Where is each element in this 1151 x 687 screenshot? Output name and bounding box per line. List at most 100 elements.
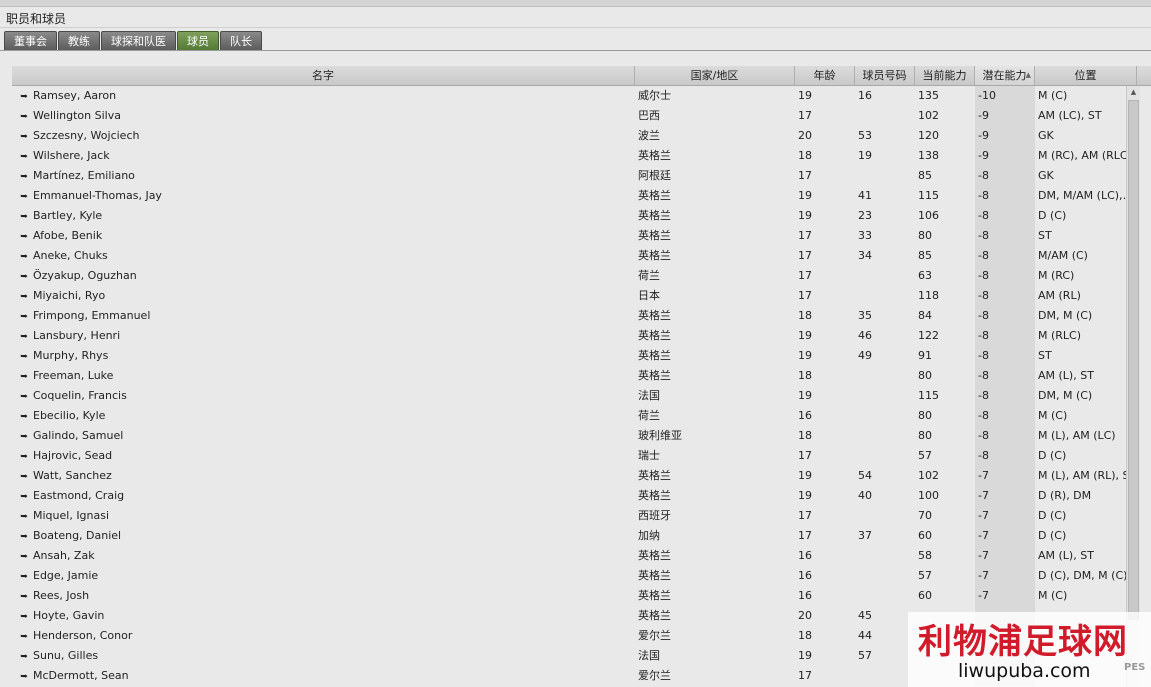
player-arrow-icon[interactable]: ➥ — [15, 667, 33, 686]
player-name[interactable]: Ebecilio, Kyle — [33, 409, 105, 422]
tab-coaches[interactable]: 教练 — [58, 31, 100, 50]
player-name[interactable]: Aneke, Chuks — [33, 249, 108, 262]
column-header-position[interactable]: 位置 — [1035, 66, 1137, 85]
table-row[interactable]: ➥ Edge, Jamie 英格兰 16 57 -7 D (C), DM, M (C) — [12, 566, 1151, 586]
player-arrow-icon[interactable]: ➥ — [15, 207, 33, 226]
player-name[interactable]: Emmanuel-Thomas, Jay — [33, 189, 162, 202]
player-name[interactable]: Wilshere, Jack — [33, 149, 110, 162]
player-name[interactable]: Sunu, Gilles — [33, 649, 98, 662]
player-arrow-icon[interactable]: ➥ — [15, 427, 33, 446]
column-header-potential-ability[interactable]: 潜在能力 ▲ — [975, 66, 1035, 85]
table-row[interactable]: ➥ Hajrovic, Sead 瑞士 17 57 -8 D (C) — [12, 446, 1151, 466]
table-row[interactable]: ➥ Miquel, Ignasi 西班牙 17 70 -7 D (C) — [12, 506, 1151, 526]
player-name[interactable]: Galindo, Samuel — [33, 429, 123, 442]
player-arrow-icon[interactable]: ➥ — [15, 567, 33, 586]
player-name[interactable]: Freeman, Luke — [33, 369, 113, 382]
player-name[interactable]: Frimpong, Emmanuel — [33, 309, 150, 322]
player-name[interactable]: Wellington Silva — [33, 109, 121, 122]
player-name[interactable]: Rees, Josh — [33, 589, 89, 602]
table-row[interactable]: ➥ Lansbury, Henri 英格兰 19 46 122 -8 M (RLC) — [12, 326, 1151, 346]
player-name[interactable]: Miyaichi, Ryo — [33, 289, 105, 302]
player-name[interactable]: Özyakup, Oguzhan — [33, 269, 137, 282]
player-arrow-icon[interactable]: ➥ — [15, 507, 33, 526]
player-name[interactable]: Edge, Jamie — [33, 569, 98, 582]
player-arrow-icon[interactable]: ➥ — [15, 647, 33, 666]
player-name[interactable]: Martínez, Emiliano — [33, 169, 135, 182]
player-name[interactable]: Watt, Sanchez — [33, 469, 112, 482]
player-name[interactable]: Lansbury, Henri — [33, 329, 120, 342]
table-row[interactable]: ➥ Emmanuel-Thomas, Jay 英格兰 19 41 115 -8 DM, M/A… — [12, 186, 1151, 206]
player-arrow-icon[interactable]: ➥ — [15, 227, 33, 246]
player-arrow-icon[interactable]: ➥ — [15, 267, 33, 286]
column-header-squad-number[interactable]: 球员号码 — [855, 66, 915, 85]
player-arrow-icon[interactable]: ➥ — [15, 487, 33, 506]
player-arrow-icon[interactable]: ➥ — [15, 187, 33, 206]
player-arrow-icon[interactable]: ➥ — [15, 547, 33, 566]
player-arrow-icon[interactable]: ➥ — [15, 327, 33, 346]
player-name[interactable]: Coquelin, Francis — [33, 389, 127, 402]
player-name[interactable]: Eastmond, Craig — [33, 489, 124, 502]
player-name[interactable]: Bartley, Kyle — [33, 209, 102, 222]
table-row[interactable]: ➥ Wellington Silva 巴西 17 102 -9 AM (LC), ST — [12, 106, 1151, 126]
player-name[interactable]: Ansah, Zak — [33, 549, 95, 562]
player-name[interactable]: Afobe, Benik — [33, 229, 102, 242]
table-row[interactable]: ➥ Galindo, Samuel 玻利维亚 18 80 -8 M (L), AM (LC) — [12, 426, 1151, 446]
player-arrow-icon[interactable]: ➥ — [15, 147, 33, 166]
player-name[interactable]: Henderson, Conor — [33, 629, 132, 642]
player-arrow-icon[interactable]: ➥ — [15, 367, 33, 386]
player-name[interactable]: Miquel, Ignasi — [33, 509, 109, 522]
player-arrow-icon[interactable]: ➥ — [15, 167, 33, 186]
table-row[interactable]: ➥ Rees, Josh 英格兰 16 60 -7 M (C) — [12, 586, 1151, 606]
table-row[interactable]: ➥ Aneke, Chuks 英格兰 17 34 85 -8 M/AM (C) — [12, 246, 1151, 266]
player-name[interactable]: Boateng, Daniel — [33, 529, 121, 542]
tab-scouts-physios[interactable]: 球探和队医 — [101, 31, 176, 50]
player-arrow-icon[interactable]: ➥ — [15, 107, 33, 126]
table-row[interactable]: ➥ Szczesny, Wojciech 波兰 20 53 120 -9 GK — [12, 126, 1151, 146]
tab-board[interactable]: 董事会 — [4, 31, 57, 50]
tab-players[interactable]: 球员 — [177, 31, 219, 50]
player-name[interactable]: Hoyte, Gavin — [33, 609, 104, 622]
player-name[interactable]: Szczesny, Wojciech — [33, 129, 139, 142]
tab-captains[interactable]: 队长 — [220, 31, 262, 50]
player-arrow-icon[interactable]: ➥ — [15, 587, 33, 606]
table-row[interactable]: ➥ Ramsey, Aaron 威尔士 19 16 135 -10 M (C) — [12, 86, 1151, 106]
table-row[interactable]: ➥ Watt, Sanchez 英格兰 19 54 102 -7 M (L), AM (RL)… — [12, 466, 1151, 486]
player-arrow-icon[interactable]: ➥ — [15, 447, 33, 466]
table-row[interactable]: ➥ Miyaichi, Ryo 日本 17 118 -8 AM (RL) — [12, 286, 1151, 306]
column-header-current-ability[interactable]: 当前能力 — [915, 66, 975, 85]
player-arrow-icon[interactable]: ➥ — [15, 127, 33, 146]
scroll-up-icon[interactable]: ▲ — [1127, 86, 1140, 99]
column-header-name[interactable]: 名字 — [12, 66, 635, 85]
player-arrow-icon[interactable]: ➥ — [15, 527, 33, 546]
table-row[interactable]: ➥ Frimpong, Emmanuel 英格兰 18 35 84 -8 DM, M (C) — [12, 306, 1151, 326]
table-row[interactable]: ➥ Murphy, Rhys 英格兰 19 49 91 -8 ST — [12, 346, 1151, 366]
player-name[interactable]: Ramsey, Aaron — [33, 89, 116, 102]
table-row[interactable]: ➥ Ansah, Zak 英格兰 16 58 -7 AM (L), ST — [12, 546, 1151, 566]
column-header-age[interactable]: 年龄 — [795, 66, 855, 85]
column-header-nationality[interactable]: 国家/地区 — [635, 66, 795, 85]
table-row[interactable]: ➥ Afobe, Benik 英格兰 17 33 80 -8 ST — [12, 226, 1151, 246]
player-name[interactable]: McDermott, Sean — [33, 669, 129, 682]
player-arrow-icon[interactable]: ➥ — [15, 287, 33, 306]
player-arrow-icon[interactable]: ➥ — [15, 87, 33, 106]
table-row[interactable]: ➥ Bartley, Kyle 英格兰 19 23 106 -8 D (C) — [12, 206, 1151, 226]
table-row[interactable]: ➥ Özyakup, Oguzhan 荷兰 17 63 -8 M (RC) — [12, 266, 1151, 286]
player-arrow-icon[interactable]: ➥ — [15, 467, 33, 486]
player-arrow-icon[interactable]: ➥ — [15, 407, 33, 426]
player-arrow-icon[interactable]: ➥ — [15, 347, 33, 366]
vertical-scrollbar[interactable]: ▲ — [1126, 86, 1140, 687]
table-row[interactable]: ➥ Boateng, Daniel 加纳 17 37 60 -7 D (C) — [12, 526, 1151, 546]
scrollbar-thumb[interactable] — [1128, 100, 1139, 620]
table-row[interactable]: ➥ Martínez, Emiliano 阿根廷 17 85 -8 GK — [12, 166, 1151, 186]
player-name[interactable]: Hajrovic, Sead — [33, 449, 112, 462]
table-row[interactable]: ➥ Ebecilio, Kyle 荷兰 16 80 -8 M (C) — [12, 406, 1151, 426]
player-name[interactable]: Murphy, Rhys — [33, 349, 108, 362]
table-row[interactable]: ➥ Wilshere, Jack 英格兰 18 19 138 -9 M (RC), AM (R… — [12, 146, 1151, 166]
player-arrow-icon[interactable]: ➥ — [15, 247, 33, 266]
player-arrow-icon[interactable]: ➥ — [15, 627, 33, 646]
table-row[interactable]: ➥ Freeman, Luke 英格兰 18 80 -8 AM (L), ST — [12, 366, 1151, 386]
table-row[interactable]: ➥ Eastmond, Craig 英格兰 19 40 100 -7 D (R), DM — [12, 486, 1151, 506]
player-arrow-icon[interactable]: ➥ — [15, 607, 33, 626]
player-arrow-icon[interactable]: ➥ — [15, 307, 33, 326]
table-row[interactable]: ➥ Coquelin, Francis 法国 19 115 -8 DM, M (C) — [12, 386, 1151, 406]
